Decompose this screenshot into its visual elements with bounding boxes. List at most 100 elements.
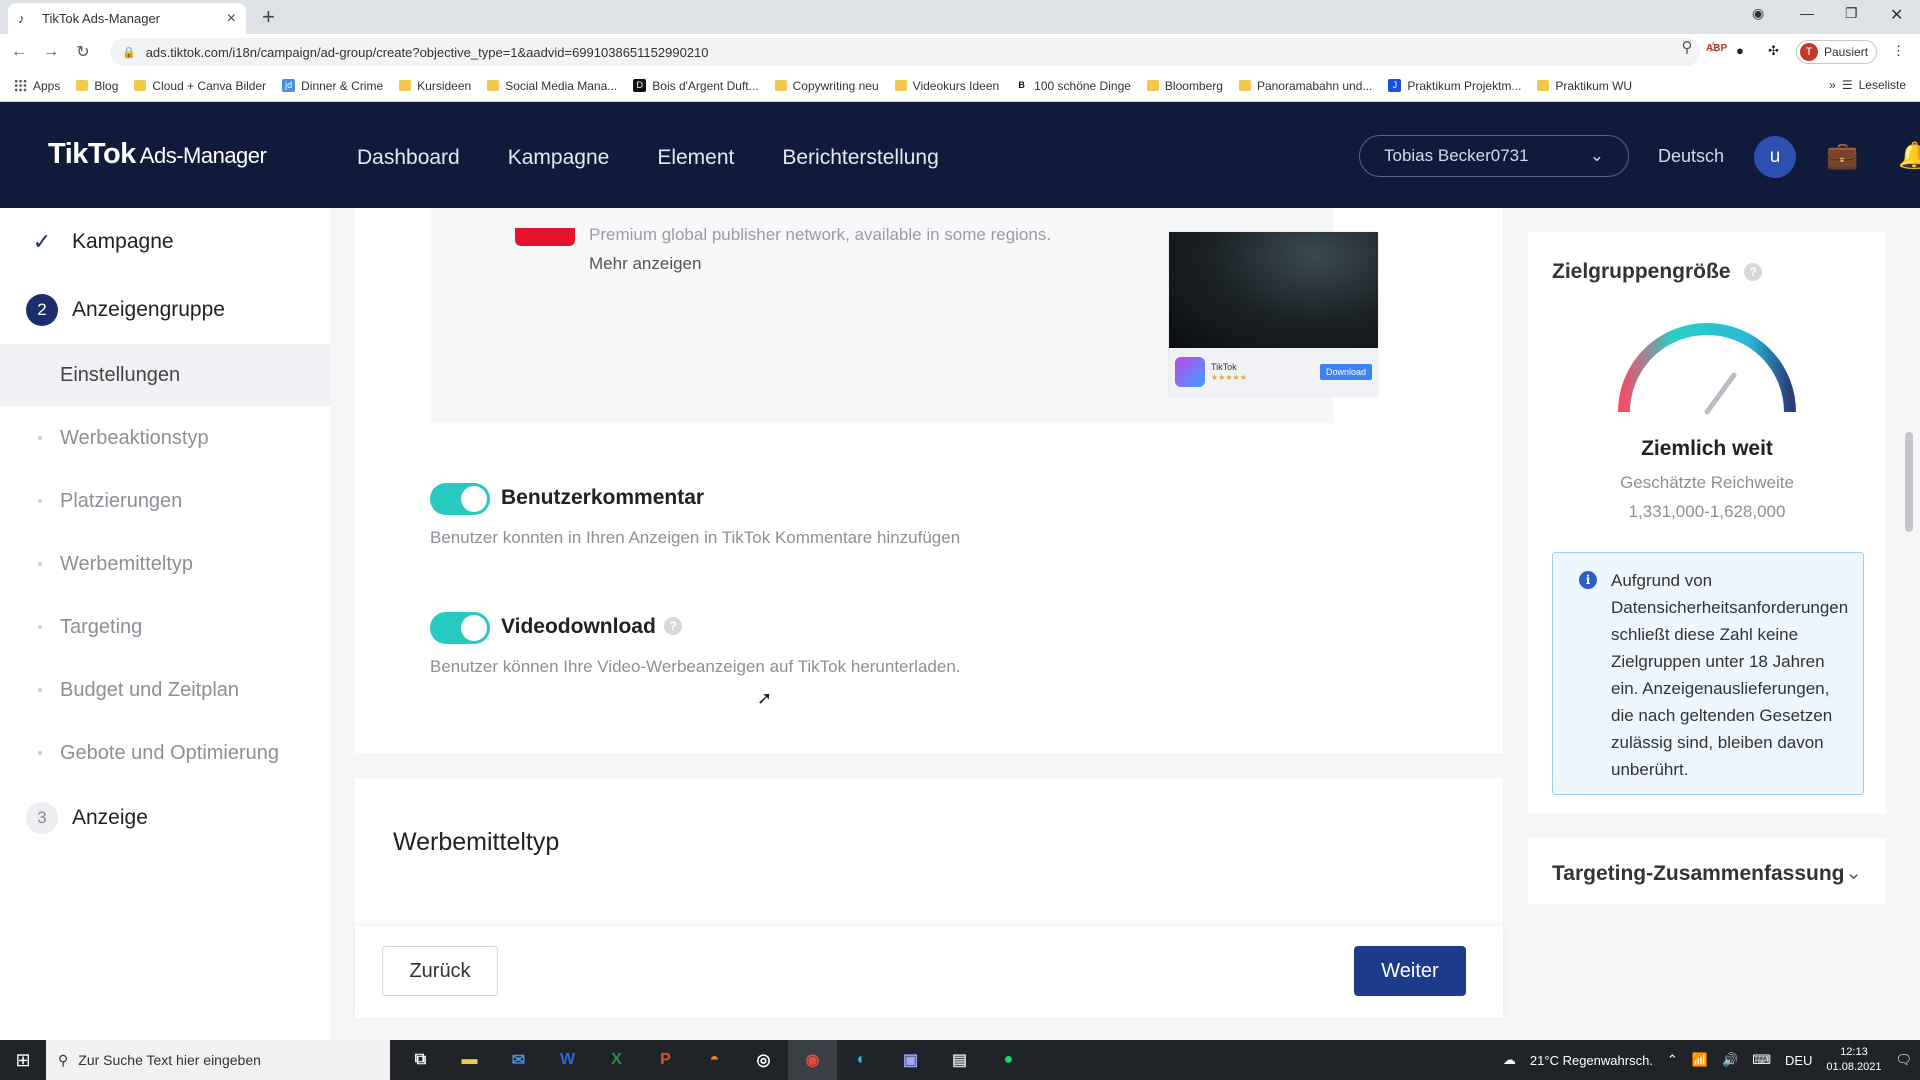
bookmark-item[interactable]: jd Dinner & Crime [282, 79, 383, 93]
more-bookmarks-icon[interactable]: » [1829, 78, 1836, 92]
menu-icon[interactable]: ⋮ [1892, 43, 1905, 59]
bookmark-item[interactable]: J Praktikum Projektm... [1388, 79, 1521, 93]
briefcase-icon[interactable]: 💼 [1826, 140, 1858, 171]
mail-icon[interactable]: ✉ [494, 1040, 543, 1080]
bookmark-item[interactable]: Praktikum WU [1537, 79, 1632, 93]
input-language[interactable]: DEU [1785, 1053, 1812, 1068]
new-tab-icon[interactable]: + [262, 4, 275, 30]
bookmark-item[interactable]: Copywriting neu [774, 79, 879, 93]
keyboard-icon[interactable]: ⌨ [1752, 1052, 1771, 1068]
sidebar-item-budget[interactable]: Budget und Zeitplan [0, 659, 330, 721]
bookmark-item[interactable]: Cloud + Canva Bilder [134, 79, 266, 93]
sidebar-item-gebote[interactable]: Gebote und Optimierung [0, 722, 330, 784]
sidebar-item-platzierungen[interactable]: Platzierungen [0, 470, 330, 532]
nav-berichterstellung[interactable]: Berichterstellung [782, 146, 938, 170]
nav-element[interactable]: Element [657, 146, 734, 170]
minimize-icon[interactable]: — [1800, 5, 1814, 21]
more-link[interactable]: Mehr anzeigen [589, 254, 701, 274]
bookmark-apps[interactable]: Apps [14, 79, 60, 93]
forward-icon[interactable]: → [38, 43, 64, 61]
folder-icon [1146, 80, 1159, 91]
tiktok-logo[interactable]: TikTok Ads-Manager [48, 138, 267, 171]
bookmark-item[interactable]: Panoramabahn und... [1238, 79, 1372, 93]
nav-dashboard[interactable]: Dashboard [357, 146, 460, 170]
tab-search-icon[interactable]: ◉ [1752, 5, 1764, 22]
app-icon[interactable]: ▤ [935, 1040, 984, 1080]
site-icon: D [633, 79, 647, 92]
clock[interactable]: 12:13 01.08.2021 [1826, 1045, 1881, 1075]
bookmark-item[interactable]: Blog [76, 79, 118, 93]
gauge-label: Ziemlich weit [1641, 437, 1773, 460]
chevron-up-icon[interactable]: ⌃ [1667, 1052, 1678, 1068]
windows-start-icon[interactable]: ⊞ [0, 1050, 46, 1071]
chevron-down-icon: ⌄ [1845, 862, 1862, 884]
sidebar-item-werbemitteltyp[interactable]: Werbemitteltyp [0, 533, 330, 595]
window-close-icon[interactable]: ✕ [1890, 5, 1903, 25]
account-select[interactable]: Tobias Becker0731 ⌄ [1359, 135, 1629, 177]
app-icon[interactable]: ◓ [690, 1040, 739, 1080]
folder-icon [76, 80, 89, 91]
targeting-summary[interactable]: Targeting-Zusammenfassung ⌄ [1528, 838, 1886, 904]
address-bar-row: ← → ↻ 🔒 ads.tiktok.com/i18n/campaign/ad-… [0, 34, 1920, 70]
grammarly-icon[interactable]: ● [1736, 43, 1744, 58]
nav-kampagne[interactable]: Kampagne [508, 146, 610, 170]
bookmark-item[interactable]: Videokurs Ideen [894, 79, 999, 93]
bookmark-item[interactable]: D Bois d'Argent Duft... [633, 79, 759, 93]
taskbar-search[interactable]: ⚲ Zur Suche Text hier eingeben [46, 1040, 390, 1080]
profile-button[interactable]: T Pausiert [1796, 40, 1878, 64]
avatar[interactable]: u [1754, 136, 1796, 178]
close-icon[interactable]: × [227, 10, 236, 28]
reading-list-button[interactable]: » ☰ Leseliste [1829, 78, 1906, 92]
zoom-icon[interactable]: ⚲ [1682, 38, 1693, 56]
powerpoint-icon[interactable]: P [641, 1040, 690, 1080]
bookmark-item[interactable]: Bloomberg [1146, 79, 1223, 93]
browser-tabbar: ♪ TikTok Ads-Manager × + ◉ — ❐ ✕ [0, 0, 1920, 34]
back-icon[interactable]: ← [6, 43, 32, 61]
account-name: Tobias Becker0731 [1384, 146, 1529, 165]
word-icon[interactable]: W [543, 1040, 592, 1080]
adblock-icon[interactable]: ABP [1706, 43, 1727, 54]
obs-icon[interactable]: ◎ [739, 1040, 788, 1080]
help-icon[interactable]: ? [1744, 263, 1763, 282]
chrome-icon[interactable]: ◉ [788, 1040, 837, 1080]
volume-icon[interactable]: 🔊 [1722, 1052, 1738, 1068]
placement-option[interactable]: Premium global publisher network, availa… [430, 208, 1378, 423]
step-anzeige[interactable]: 3 Anzeige [26, 802, 148, 834]
help-icon[interactable]: ? [664, 617, 682, 635]
profile-avatar: T [1800, 43, 1818, 61]
spotify-icon[interactable]: ● [984, 1040, 1033, 1080]
preview-video [1169, 232, 1378, 348]
step-anzeigengruppe[interactable]: 2 Anzeigengruppe [26, 294, 225, 326]
scroll-thumb[interactable] [1905, 432, 1913, 532]
profile-status: Pausiert [1824, 45, 1869, 59]
step-kampagne[interactable]: ✓ Kampagne [26, 226, 174, 258]
sidebar-item-einstellungen[interactable]: Einstellungen [0, 344, 330, 406]
maximize-icon[interactable]: ❐ [1845, 5, 1858, 22]
bookmark-item[interactable]: Kursideen [399, 79, 471, 93]
language-select[interactable]: Deutsch [1658, 146, 1724, 167]
file-explorer-icon[interactable]: ▬ [445, 1040, 494, 1080]
url-input[interactable]: 🔒 ads.tiktok.com/i18n/campaign/ad-group/… [110, 38, 1700, 66]
app-icon[interactable]: ▣ [886, 1040, 935, 1080]
bookmark-item[interactable]: Social Media Mana... [487, 79, 617, 93]
notification-icon[interactable]: 🗨 [1895, 1052, 1912, 1068]
sidebar-item-werbeaktionstyp[interactable]: Werbeaktionstyp [0, 407, 330, 469]
bell-icon[interactable]: 🔔 [1898, 140, 1920, 171]
back-button[interactable]: Zurück [382, 946, 498, 996]
extensions-icon[interactable]: ✣ [1768, 43, 1779, 59]
reading-list-icon: ☰ [1841, 78, 1853, 92]
excel-icon[interactable]: X [592, 1040, 641, 1080]
next-button[interactable]: Weiter [1354, 946, 1466, 996]
comments-toggle[interactable] [430, 483, 490, 515]
bookmark-item[interactable]: B 100 schöne Dinge [1015, 79, 1131, 93]
folder-icon [399, 80, 412, 91]
task-view-icon[interactable]: ⧉ [396, 1040, 445, 1080]
weather-text[interactable]: 21°C Regenwahrsch. [1530, 1053, 1653, 1068]
scrollbar[interactable] [1903, 232, 1915, 1008]
video-download-toggle[interactable] [430, 612, 490, 644]
browser-tab[interactable]: ♪ TikTok Ads-Manager × [8, 3, 246, 34]
sidebar-item-targeting[interactable]: Targeting [0, 596, 330, 658]
edge-icon[interactable]: ◐ [837, 1040, 886, 1080]
network-icon[interactable]: 📶 [1692, 1052, 1708, 1068]
reload-icon[interactable]: ↻ [70, 42, 96, 62]
